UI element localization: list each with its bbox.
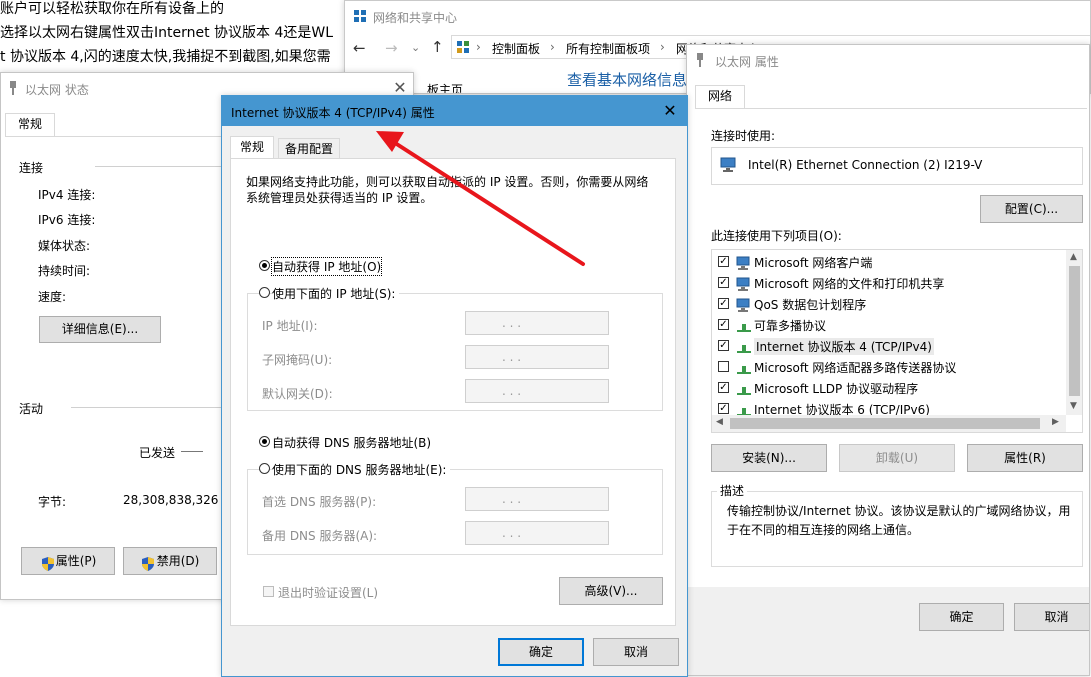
annotation-arrow: [376, 131, 585, 266]
